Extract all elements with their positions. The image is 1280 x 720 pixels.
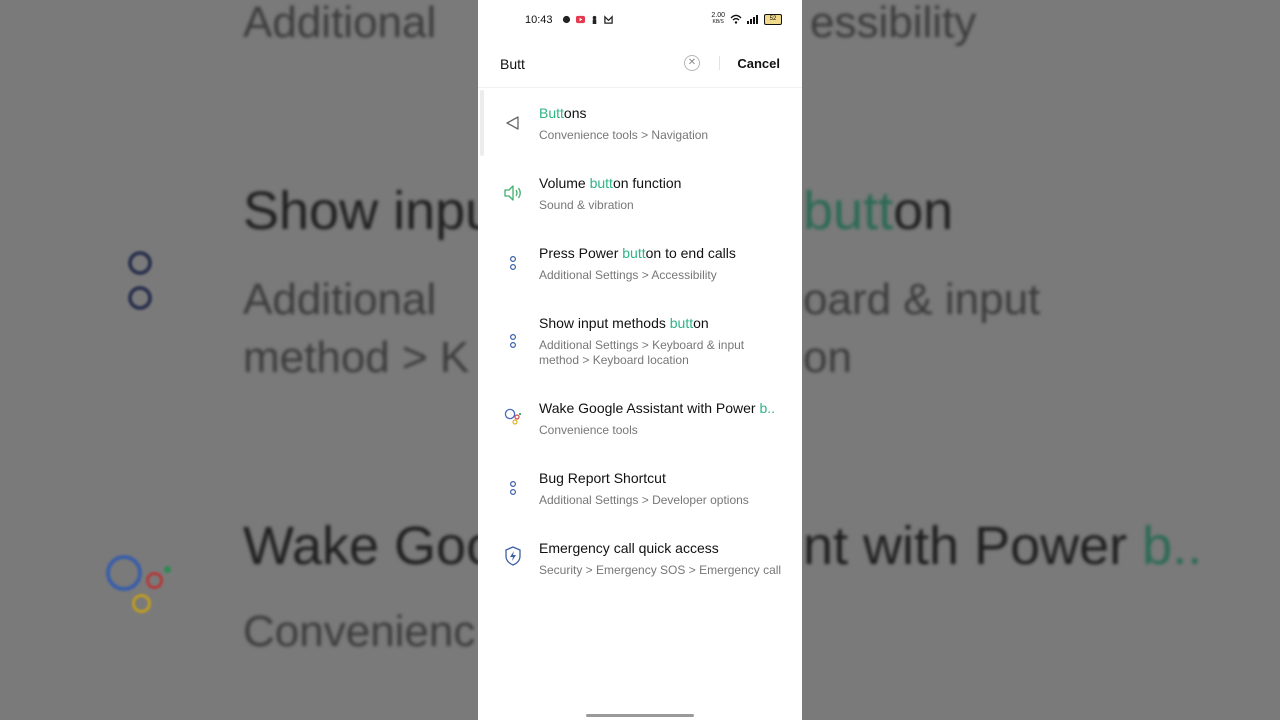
wifi-icon (730, 14, 742, 24)
phone-screen: 10:43 2.00 KB/S 52 Butt ✕ Cancel Buttons… (478, 0, 802, 720)
result-item-volume-button[interactable]: Volume button function Sound & vibration (478, 170, 802, 230)
backdrop-text: Additional (243, 275, 437, 324)
result-title: Buttons (539, 105, 587, 121)
backdrop-dot (128, 286, 152, 310)
signal-icon (747, 15, 758, 24)
speaker-icon (502, 182, 524, 204)
result-item-buttons[interactable]: Buttons Convenience tools > Navigation (478, 100, 802, 160)
backdrop-text: method > K (243, 333, 470, 382)
battery-icon: 52 (764, 13, 782, 25)
status-time: 10:43 (525, 14, 553, 26)
status-right-icons: 2.00 KB/S 52 (711, 12, 782, 25)
search-separator (719, 56, 720, 70)
emergency-shield-icon (502, 545, 524, 567)
backdrop-text: Additional (243, 0, 437, 47)
cancel-button[interactable]: Cancel (737, 56, 780, 71)
search-bar: Butt ✕ Cancel (478, 44, 802, 84)
backdrop-assistant-icon (164, 566, 171, 573)
settings-dots-icon (502, 252, 524, 274)
result-item-google-assistant[interactable]: Wake Google Assistant with Power b.. Con… (478, 395, 802, 455)
backdrop-text: nt with Power b.. (803, 516, 1203, 576)
clear-search-icon[interactable]: ✕ (684, 55, 700, 71)
result-title: Wake Google Assistant with Power b.. (539, 400, 776, 416)
backdrop-assistant-icon (146, 572, 163, 589)
result-item-power-button-end-calls[interactable]: Press Power button to end calls Addition… (478, 240, 802, 300)
result-item-input-methods-button[interactable]: Show input methods button Additional Set… (478, 310, 802, 386)
notification-icons (562, 15, 613, 24)
result-subtitle: Additional Settings > Keyboard & input m… (539, 338, 745, 367)
status-bar: 10:43 2.00 KB/S 52 (478, 10, 802, 30)
result-title: Show input methods button (539, 315, 709, 331)
result-subtitle: Additional Settings > Accessibility (539, 268, 717, 282)
result-title: Emergency call quick access (539, 540, 719, 556)
result-title: Volume button function (539, 175, 682, 191)
backdrop-text: Convenienc (243, 607, 476, 656)
google-assistant-icon (502, 405, 524, 427)
result-subtitle: Convenience tools > Navigation (539, 128, 709, 142)
navigation-icon (502, 112, 524, 134)
backdrop-assistant-icon (132, 594, 151, 613)
gmail-notification-icon (604, 15, 613, 24)
home-gesture-bar[interactable] (586, 714, 694, 717)
result-title: Bug Report Shortcut (539, 470, 666, 486)
settings-dots-icon (502, 330, 524, 352)
backdrop-text: Show inpu (243, 181, 496, 241)
result-item-emergency-call[interactable]: Emergency call quick access Security > E… (478, 535, 802, 595)
result-subtitle: Convenience tools (539, 423, 638, 437)
divider (478, 87, 802, 88)
network-speed-unit: KB/S (712, 19, 724, 25)
backdrop-dot (128, 251, 152, 275)
app-notification-icon (562, 15, 571, 24)
result-subtitle: Additional Settings > Developer options (539, 493, 749, 507)
backdrop-text: on (803, 333, 852, 382)
result-subtitle: Sound & vibration (539, 198, 634, 212)
youtube-notification-icon (576, 15, 585, 24)
result-item-bug-report[interactable]: Bug Report Shortcut Additional Settings … (478, 465, 802, 525)
network-speed: 2.00 KB/S (711, 12, 725, 25)
backdrop-text: Wake Goo (243, 516, 497, 576)
settings-dots-icon (502, 477, 524, 499)
backdrop-text: button (803, 181, 954, 241)
backdrop-assistant-icon (106, 555, 142, 591)
search-input[interactable]: Butt (500, 56, 525, 72)
person-notification-icon (592, 15, 597, 24)
backdrop-text: essibility (810, 0, 977, 47)
result-subtitle: Security > Emergency SOS > Emergency cal… (539, 563, 782, 577)
backdrop-text: oard & input (803, 275, 1041, 324)
result-title: Press Power button to end calls (539, 245, 736, 261)
